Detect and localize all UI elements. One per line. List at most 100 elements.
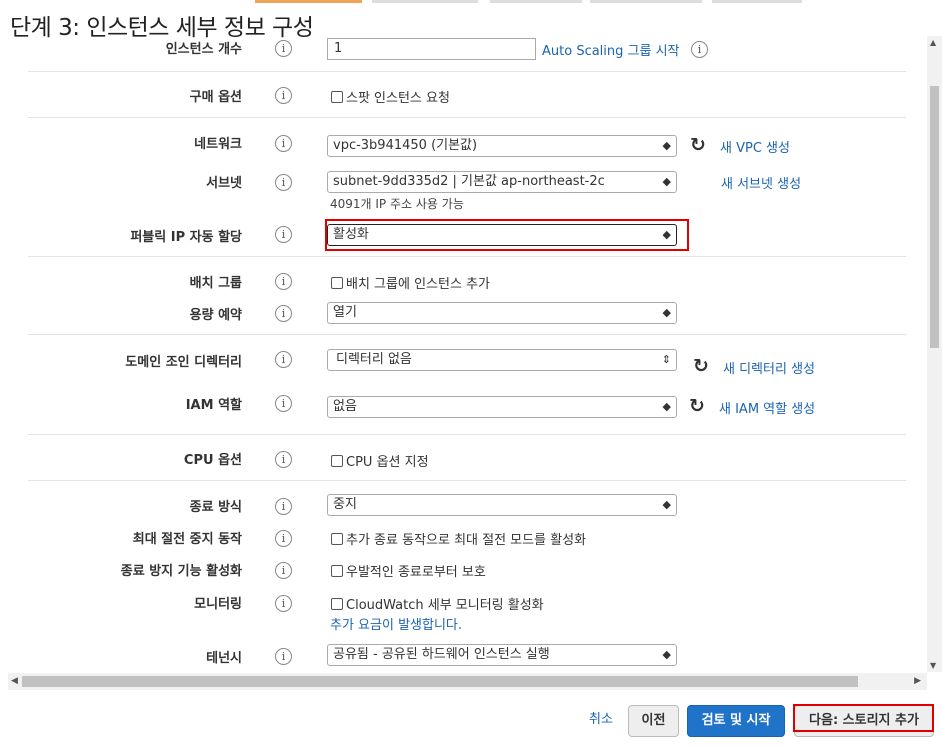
placement-group-checkbox[interactable]: 배치 그룹에 인스턴스 추가 [331, 273, 490, 292]
wizard-step-indicator [590, 0, 702, 3]
divider [28, 434, 906, 435]
info-icon[interactable]: i [275, 451, 292, 468]
public-ip-select[interactable]: 활성화 ◆ [327, 224, 677, 246]
wizard-step-indicator [372, 0, 478, 3]
capacity-reservation-label: 용량 예약 [189, 308, 242, 323]
stop-hibernate-label: 최대 절전 중지 동작 [132, 532, 242, 547]
info-icon[interactable]: i [275, 498, 292, 515]
network-select[interactable]: vpc-3b941450 (기본값) ◆ [327, 135, 677, 157]
info-icon[interactable]: i [275, 351, 292, 368]
info-icon[interactable]: i [275, 595, 292, 612]
wizard-step-indicator [490, 0, 582, 3]
previous-button[interactable]: 이전 [628, 705, 679, 737]
iam-role-label: IAM 역할 [185, 398, 242, 413]
create-directory-link[interactable]: 새 디렉터리 생성 [723, 358, 815, 377]
chevron-down-icon: ◆ [662, 648, 671, 661]
vertical-scrollbar[interactable]: ▲ ▼ [927, 36, 942, 672]
info-icon[interactable]: i [275, 226, 292, 243]
wizard-step-indicator [712, 0, 802, 3]
info-icon[interactable]: i [275, 40, 292, 57]
horizontal-scrollbar[interactable]: ◀ ▶ [8, 673, 927, 690]
next-button-highlight [793, 704, 934, 732]
instance-details-form: 인스턴스 개수 i 1 Auto Scaling 그룹 시작 i 구매 옵션 i… [0, 36, 925, 672]
capacity-reservation-select[interactable]: 열기 ◆ [327, 302, 677, 324]
create-subnet-link[interactable]: 새 서브넷 생성 [721, 173, 801, 192]
monitoring-label: 모니터링 [194, 597, 242, 612]
refresh-icon[interactable]: ↻ [689, 396, 705, 416]
capacity-reservation-value: 열기 [333, 305, 357, 320]
network-label: 네트워크 [194, 137, 242, 152]
divider [28, 334, 906, 335]
iam-role-value: 없음 [333, 399, 357, 414]
cpu-options-label: CPU 옵션 [183, 453, 242, 468]
iam-role-select[interactable]: 없음 ◆ [327, 396, 677, 418]
chevron-down-icon: ◆ [662, 306, 671, 319]
create-iam-role-link[interactable]: 새 IAM 역할 생성 [719, 398, 815, 417]
info-icon[interactable]: i [275, 135, 292, 152]
scroll-up-icon[interactable]: ▲ [930, 38, 936, 47]
create-vpc-link[interactable]: 새 VPC 생성 [720, 137, 790, 156]
info-icon[interactable]: i [275, 174, 292, 191]
tenancy-select[interactable]: 공유됨 - 공유된 하드웨어 인스턴스 실행 ◆ [327, 644, 677, 666]
horizontal-scroll-thumb[interactable] [22, 676, 858, 687]
detailed-monitoring-checkbox[interactable]: CloudWatch 세부 모니터링 활성화 [331, 594, 544, 613]
checkbox-box[interactable] [331, 455, 343, 467]
chevron-down-icon: ◆ [662, 175, 671, 188]
subnet-label: 서브넷 [206, 176, 242, 191]
cancel-button[interactable]: 취소 [580, 705, 622, 737]
subnet-ip-count: 4091개 IP 주소 사용 가능 [330, 197, 464, 211]
shutdown-behavior-select[interactable]: 중지 ◆ [327, 494, 677, 516]
info-icon[interactable]: i [275, 395, 292, 412]
spot-request-checkbox[interactable]: 스팟 인스턴스 요청 [331, 87, 450, 106]
wizard-step-indicator [255, 0, 362, 3]
auto-scaling-link[interactable]: Auto Scaling 그룹 시작 [542, 40, 680, 59]
purchase-option-label: 구매 옵션 [189, 90, 242, 105]
divider [28, 71, 906, 72]
refresh-icon[interactable]: ↻ [693, 356, 709, 376]
cpu-options-text: CPU 옵션 지정 [346, 455, 429, 470]
subnet-select[interactable]: subnet-9dd335d2 | 기본값 ap-northeast-2c ◆ [327, 171, 677, 193]
info-icon[interactable]: i [275, 562, 292, 579]
termination-protection-checkbox[interactable]: 우발적인 종료로부터 보호 [331, 561, 486, 580]
placement-group-text: 배치 그룹에 인스턴스 추가 [346, 277, 490, 292]
spinner-icon: ⇕ [661, 353, 671, 366]
checkbox-box[interactable] [331, 598, 343, 610]
additional-charges-note[interactable]: 추가 요금이 발생합니다. [330, 614, 462, 633]
info-icon[interactable]: i [275, 87, 292, 104]
stop-hibernate-checkbox[interactable]: 추가 종료 동작으로 최대 절전 모드를 활성화 [331, 529, 586, 548]
divider [28, 480, 906, 481]
info-icon[interactable]: i [275, 530, 292, 547]
spot-request-text: 스팟 인스턴스 요청 [346, 91, 450, 106]
termination-protection-text: 우발적인 종료로부터 보호 [346, 565, 486, 580]
info-icon[interactable]: i [275, 273, 292, 290]
info-icon[interactable]: i [275, 648, 292, 665]
scroll-right-icon[interactable]: ▶ [914, 676, 921, 686]
network-select-value: vpc-3b941450 (기본값) [333, 138, 478, 153]
chevron-down-icon: ◆ [662, 228, 671, 241]
placement-group-label: 배치 그룹 [189, 276, 242, 291]
public-ip-label: 퍼블릭 IP 자동 할당 [130, 230, 242, 245]
tenancy-label: 테넌시 [206, 651, 242, 666]
termination-protection-label: 종료 방지 기능 활성화 [120, 564, 242, 579]
instance-count-input[interactable]: 1 [327, 38, 536, 60]
public-ip-select-value: 활성화 [333, 227, 369, 242]
refresh-icon[interactable]: ↻ [690, 135, 706, 155]
checkbox-box[interactable] [331, 277, 343, 289]
subnet-select-value: subnet-9dd335d2 | 기본값 ap-northeast-2c [333, 174, 605, 189]
vertical-scroll-thumb[interactable] [930, 86, 939, 348]
shutdown-behavior-label: 종료 방식 [189, 500, 242, 515]
checkbox-box[interactable] [331, 91, 343, 103]
cpu-options-checkbox[interactable]: CPU 옵션 지정 [331, 451, 429, 470]
chevron-down-icon: ◆ [662, 139, 671, 152]
review-and-launch-button[interactable]: 검토 및 시작 [687, 705, 785, 737]
tenancy-value: 공유됨 - 공유된 하드웨어 인스턴스 실행 [333, 647, 550, 662]
info-icon[interactable]: i [275, 305, 292, 322]
domain-join-select[interactable]: 디렉터리 없음 ⇕ [327, 349, 677, 371]
info-icon[interactable]: i [691, 41, 708, 58]
checkbox-box[interactable] [331, 565, 343, 577]
checkbox-box[interactable] [331, 533, 343, 545]
scroll-down-icon[interactable]: ▼ [930, 661, 936, 670]
scroll-left-icon[interactable]: ◀ [11, 676, 18, 686]
divider [28, 117, 906, 118]
instance-count-label: 인스턴스 개수 [165, 42, 242, 57]
